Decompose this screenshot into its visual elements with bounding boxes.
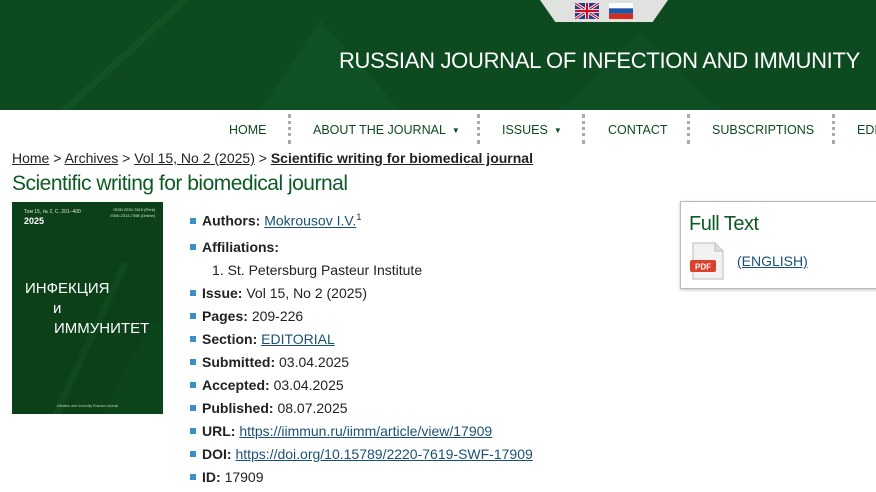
caret-down-icon: ▼	[553, 126, 562, 136]
russia-flag-icon[interactable]	[609, 3, 633, 19]
nav-issues[interactable]: ISSUES ▼	[502, 123, 562, 137]
site-header: RUSSIAN JOURNAL OF INFECTION AND IMMUNIT…	[0, 0, 876, 110]
affiliation-sup: 1	[356, 212, 362, 222]
cover-year: 2025	[24, 216, 45, 226]
breadcrumb-current[interactable]: Scientific writing for biomedical journa…	[271, 150, 533, 166]
cover-title-line1: ИНФЕКЦИЯ	[25, 280, 110, 297]
nav-separator	[832, 114, 835, 144]
nav-about-journal[interactable]: ABOUT THE JOURNAL ▼	[313, 123, 460, 137]
meta-published: Published: 08.07.2025	[190, 400, 348, 416]
bullet-icon	[190, 336, 196, 343]
nav-subscriptions[interactable]: SUBSCRIPTIONS	[712, 123, 814, 137]
breadcrumb-archives-link[interactable]: Archives	[65, 150, 119, 166]
breadcrumb-separator: >	[258, 150, 267, 166]
caret-down-icon: ▼	[451, 126, 460, 136]
nav-home[interactable]: HOME	[229, 123, 267, 137]
meta-id: ID: 17909	[190, 469, 264, 485]
author-link[interactable]: Mokrousov I.V.	[264, 213, 356, 229]
nav-separator	[687, 114, 690, 144]
breadcrumb-home-link[interactable]: Home	[12, 150, 49, 166]
meta-doi: DOI: https://doi.org/10.15789/2220-7619-…	[190, 446, 533, 462]
nav-separator	[288, 114, 291, 144]
doi-link[interactable]: https://doi.org/10.15789/2220-7619-SWF-1…	[235, 446, 532, 462]
bullet-icon	[190, 313, 196, 320]
page-title: Scientific writing for biomedical journa…	[12, 172, 348, 195]
meta-url: URL: https://iimmun.ru/iimm/article/view…	[190, 423, 492, 439]
cover-volume-text: Том 15, № 2, С. 201–400	[24, 209, 81, 215]
meta-issue: Issue: Vol 15, No 2 (2025)	[190, 285, 367, 301]
bullet-icon	[190, 359, 196, 366]
cover-decoration	[52, 262, 163, 414]
nav-separator	[582, 114, 585, 144]
breadcrumb-separator: >	[122, 150, 131, 166]
bullet-icon	[190, 217, 196, 224]
nav-contact[interactable]: CONTACT	[608, 123, 668, 137]
site-title: RUSSIAN JOURNAL OF INFECTION AND IMMUNIT…	[338, 48, 860, 73]
language-switcher	[540, 0, 668, 22]
affiliation-item: 1. St. Petersburg Pasteur Institute	[212, 262, 423, 278]
journal-cover-image: Том 15, № 2, С. 201–400 ISSN 2220-7619 (…	[12, 202, 163, 414]
nav-editorial[interactable]: EDI	[857, 123, 876, 137]
bullet-icon	[190, 428, 196, 435]
cover-title-line3: ИММУНИТЕТ	[54, 320, 150, 337]
article-url-link[interactable]: https://iimmun.ru/iimm/article/view/1790…	[239, 423, 492, 439]
bullet-icon	[190, 474, 196, 481]
meta-authors: Authors: Mokrousov I.V.1	[190, 212, 361, 229]
bullet-icon	[190, 244, 196, 251]
cover-title-line2: и	[53, 300, 62, 317]
cover-issn-text: ISSN 2220-7619 (Print) ISSN 2313-7398 (O…	[110, 207, 155, 218]
bullet-icon	[190, 451, 196, 458]
pdf-file-icon[interactable]: PDF	[689, 242, 729, 280]
full-text-panel: Full Text PDF (ENGLISH)	[680, 201, 876, 289]
breadcrumb: Home > Archives > Vol 15, No 2 (2025) > …	[12, 150, 533, 166]
meta-pages: Pages: 209-226	[190, 308, 303, 324]
nav-separator	[477, 114, 480, 144]
cover-footer-text: Infection and Immunity Russian Journal	[56, 404, 119, 408]
breadcrumb-separator: >	[53, 150, 62, 166]
uk-flag-icon[interactable]	[575, 3, 599, 19]
meta-affiliations: Affiliations:	[190, 239, 279, 255]
breadcrumb-issue-link[interactable]: Vol 15, No 2 (2025)	[134, 150, 255, 166]
full-text-title: Full Text	[689, 213, 759, 235]
section-link[interactable]: EDITORIAL	[261, 331, 335, 347]
bullet-icon	[190, 290, 196, 297]
bullet-icon	[190, 382, 196, 389]
meta-submitted: Submitted: 03.04.2025	[190, 354, 349, 370]
svg-text:PDF: PDF	[695, 263, 711, 272]
full-text-english-link[interactable]: (ENGLISH)	[737, 253, 808, 269]
bullet-icon	[190, 405, 196, 412]
main-nav: HOME ABOUT THE JOURNAL ▼ ISSUES ▼ CONTACT …	[0, 110, 876, 148]
meta-accepted: Accepted: 03.04.2025	[190, 377, 344, 393]
meta-section: Section: EDITORIAL	[190, 331, 335, 347]
